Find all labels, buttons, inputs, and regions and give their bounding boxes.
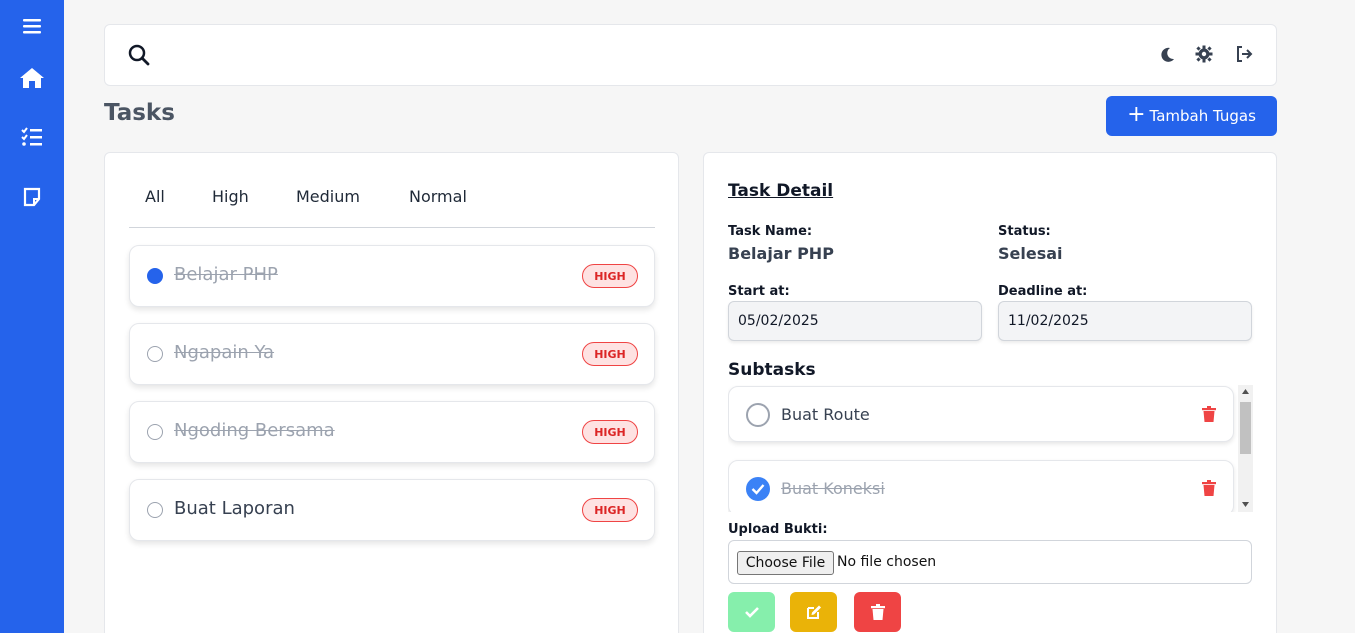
task-name: Ngapain Ya [174, 342, 275, 363]
filter-all[interactable]: All [145, 187, 165, 206]
deadline-date-input[interactable]: 11/02/2025 [998, 301, 1252, 341]
top-search-bar [104, 24, 1277, 86]
scroll-up-icon[interactable] [1242, 389, 1249, 394]
scroll-thumb[interactable] [1240, 402, 1251, 454]
subtasks-title: Subtasks [728, 360, 816, 380]
page-title: Tasks [104, 100, 175, 126]
task-select-radio[interactable] [147, 502, 163, 518]
check-icon [744, 607, 759, 618]
task-item[interactable]: Ngoding Bersama HIGH [129, 401, 655, 463]
delete-task-button[interactable] [854, 592, 901, 632]
status-label: Status: [998, 224, 1051, 239]
priority-badge: HIGH [582, 264, 638, 288]
subtask-scrollbar[interactable] [1238, 385, 1253, 512]
task-list-panel: All High Medium Normal Belajar PHP HIGH … [104, 152, 679, 633]
priority-badge: HIGH [582, 420, 638, 444]
subtask-list: Buat Route Buat Koneksi [728, 385, 1253, 512]
filter-high[interactable]: High [212, 187, 249, 206]
subtask-item: Buat Route [728, 386, 1234, 442]
filter-normal[interactable]: Normal [409, 187, 467, 206]
add-task-button[interactable]: + Tambah Tugas [1106, 96, 1277, 136]
subtask-checkbox[interactable] [746, 477, 770, 501]
task-select-radio[interactable] [147, 346, 163, 362]
filter-medium[interactable]: Medium [296, 187, 360, 206]
add-task-label: Tambah Tugas [1149, 107, 1256, 125]
note-icon[interactable] [16, 181, 48, 213]
upload-label: Upload Bukti: [728, 522, 828, 537]
checklist-icon[interactable] [16, 121, 48, 153]
priority-badge: HIGH [582, 498, 638, 522]
task-detail-panel: Task Detail Task Name: Belajar PHP Statu… [703, 152, 1277, 633]
subtask-checkbox[interactable] [746, 403, 770, 427]
trash-icon [870, 604, 885, 620]
task-item[interactable]: Ngapain Ya HIGH [129, 323, 655, 385]
file-upload-field[interactable]: Choose File No file chosen [728, 540, 1252, 584]
task-item[interactable]: Buat Laporan HIGH [129, 479, 655, 541]
priority-badge: HIGH [582, 342, 638, 366]
complete-button[interactable] [728, 592, 775, 632]
edit-button[interactable] [790, 592, 837, 632]
search-icon[interactable] [127, 43, 151, 67]
detail-title: Task Detail [728, 181, 834, 201]
task-select-radio[interactable] [147, 268, 163, 284]
start-label: Start at: [728, 284, 790, 299]
subtask-item: Buat Koneksi [728, 460, 1234, 512]
trash-icon[interactable] [1200, 405, 1218, 423]
menu-icon[interactable] [16, 10, 48, 42]
task-name-label: Task Name: [728, 224, 813, 239]
logout-icon[interactable] [1232, 42, 1256, 66]
task-name-value: Belajar PHP [728, 244, 834, 263]
edit-icon [806, 605, 821, 619]
file-status-text: No file chosen [837, 554, 937, 570]
subtask-name: Buat Koneksi [781, 479, 885, 498]
moon-icon[interactable] [1155, 43, 1179, 67]
home-icon[interactable] [16, 62, 48, 94]
check-icon [751, 484, 765, 495]
trash-icon[interactable] [1200, 479, 1218, 497]
status-value: Selesai [998, 244, 1063, 263]
sidebar [0, 0, 64, 633]
task-name: Buat Laporan [174, 498, 295, 519]
subtask-name: Buat Route [781, 405, 870, 424]
task-item[interactable]: Belajar PHP HIGH [129, 245, 655, 307]
priority-filter-tabs: All High Medium Normal [129, 175, 655, 228]
start-date-input[interactable]: 05/02/2025 [728, 301, 982, 341]
task-name: Ngoding Bersama [174, 420, 335, 441]
task-name: Belajar PHP [174, 264, 278, 285]
gear-icon[interactable] [1192, 42, 1216, 66]
choose-file-button[interactable]: Choose File [737, 551, 834, 575]
plus-icon: + [1127, 102, 1146, 127]
deadline-label: Deadline at: [998, 284, 1088, 299]
scroll-down-icon[interactable] [1242, 502, 1249, 507]
task-select-radio[interactable] [147, 424, 163, 440]
